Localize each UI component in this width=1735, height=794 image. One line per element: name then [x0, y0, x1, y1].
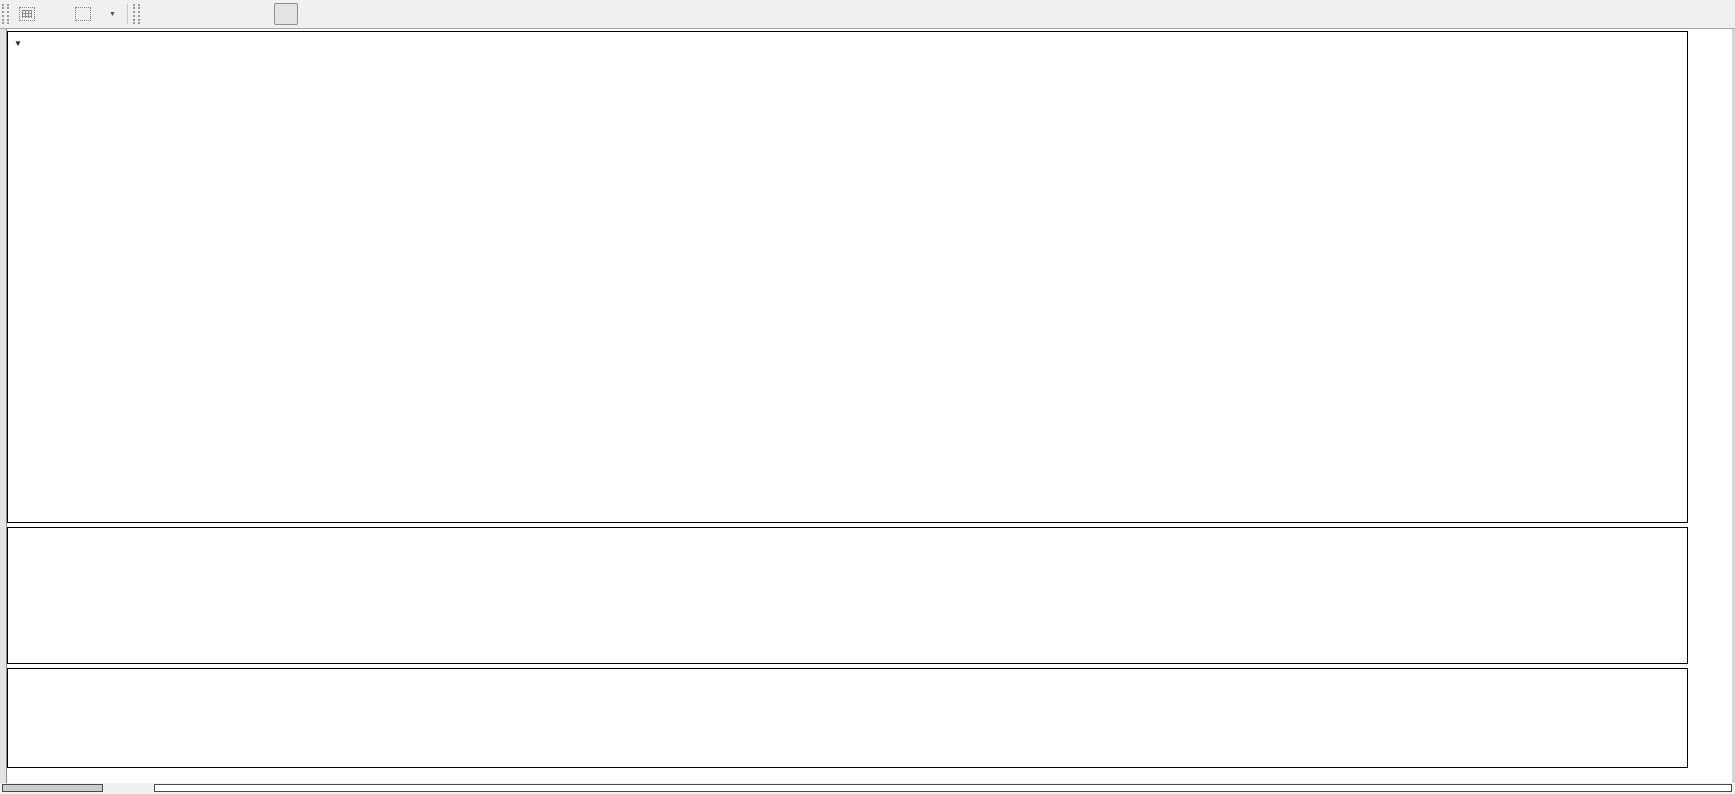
toolbar-separator: [127, 4, 128, 24]
toolbar-grip[interactable]: [2, 4, 9, 24]
chevron-down-icon: ▼: [109, 11, 116, 18]
chart-canvas[interactable]: [0, 0, 1735, 794]
timeframe-m15-button[interactable]: [196, 3, 220, 25]
objects-dropdown-button[interactable]: ▼: [99, 3, 123, 25]
timeframe-m5-button[interactable]: [170, 3, 194, 25]
toolbar: ▼: [0, 0, 1735, 29]
timeframe-w1-button[interactable]: [326, 3, 350, 25]
timeframe-h4-button[interactable]: [274, 3, 298, 25]
timeframe-m30-button[interactable]: [222, 3, 246, 25]
timeframe-d1-button[interactable]: [300, 3, 324, 25]
text-tool-icon: [75, 7, 91, 21]
toolbar-grip[interactable]: [133, 4, 140, 24]
timeframe-mn-button[interactable]: [352, 3, 376, 25]
indicator-grid-button[interactable]: [13, 3, 41, 25]
mt4-window: ▼ ▼: [0, 0, 1735, 794]
indicator-grid-icon: [19, 7, 35, 21]
text-tool-button[interactable]: [69, 3, 97, 25]
font-tool-button[interactable]: [43, 3, 67, 25]
chart-header: ▼: [14, 37, 32, 49]
collapse-triangle-icon[interactable]: ▼: [14, 39, 22, 48]
timeframe-m1-button[interactable]: [144, 3, 168, 25]
timeframe-h1-button[interactable]: [248, 3, 272, 25]
